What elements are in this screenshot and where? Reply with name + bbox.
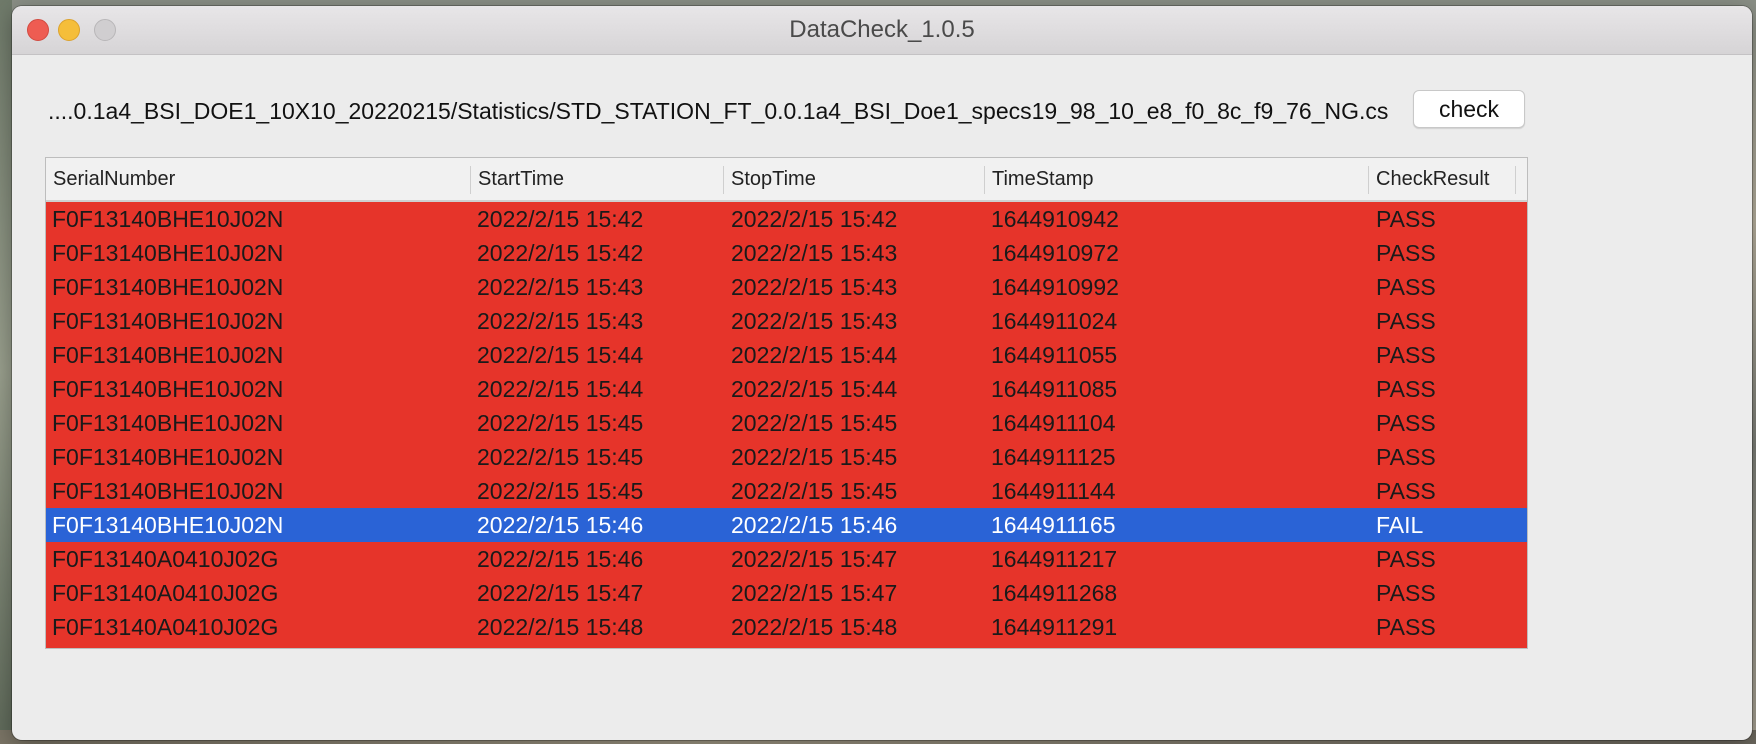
check-result-cell: PASS bbox=[1376, 240, 1436, 266]
stop-time-cell: 2022/2/15 15:43 bbox=[731, 274, 898, 300]
column-header-checkresult[interactable]: CheckResult bbox=[1369, 158, 1515, 200]
table-row[interactable]: F0F13140BHE10J02N 2022/2/15 15:42 2022/2/1… bbox=[46, 236, 1527, 270]
desktop-background-left bbox=[0, 0, 12, 744]
column-header-starttime[interactable]: StartTime bbox=[471, 158, 723, 200]
check-result-cell: PASS bbox=[1376, 342, 1436, 368]
column-header-timestamp[interactable]: TimeStamp bbox=[985, 158, 1368, 200]
timestamp-cell: 1644910942 bbox=[991, 206, 1119, 232]
stop-time-cell: 2022/2/15 15:47 bbox=[731, 546, 898, 572]
column-header-serialnumber[interactable]: SerialNumber bbox=[46, 158, 470, 200]
stop-time-cell: 2022/2/15 15:45 bbox=[731, 444, 898, 470]
timestamp-cell: 1644911268 bbox=[991, 580, 1118, 606]
start-time-cell: 2022/2/15 15:46 bbox=[477, 546, 644, 572]
stop-time-cell: 2022/2/15 15:44 bbox=[731, 376, 898, 402]
start-time-cell: 2022/2/15 15:48 bbox=[477, 614, 644, 640]
table-row[interactable]: F0F13140BHE10J02N 2022/2/15 15:44 2022/2/1… bbox=[46, 372, 1527, 406]
check-result-cell: PASS bbox=[1376, 478, 1436, 504]
stop-time-cell: 2022/2/15 15:42 bbox=[731, 206, 898, 232]
stop-time-cell: 2022/2/15 15:45 bbox=[731, 410, 898, 436]
start-time-cell: 2022/2/15 15:42 bbox=[477, 240, 644, 266]
stop-time-cell: 2022/2/15 15:45 bbox=[731, 478, 898, 504]
serial-number-cell: F0F13140BHE10J02N bbox=[52, 308, 284, 334]
check-result-cell: PASS bbox=[1376, 444, 1436, 470]
check-result-cell: PASS bbox=[1376, 206, 1436, 232]
serial-number-cell: F0F13140BHE10J02N bbox=[52, 274, 284, 300]
table-header: SerialNumber StartTime StopTime TimeStam… bbox=[46, 158, 1527, 202]
check-result-cell: PASS bbox=[1376, 614, 1436, 640]
table-row[interactable]: F0F13140BHE10J02N 2022/2/15 15:45 2022/2/1… bbox=[46, 440, 1527, 474]
table-row[interactable]: F0F13140BHE10J02N 2022/2/15 15:43 2022/2/1… bbox=[46, 270, 1527, 304]
app-window: DataCheck_1.0.5 ....0.1a4_BSI_DOE1_10X10… bbox=[12, 6, 1752, 740]
results-table[interactable]: SerialNumber StartTime StopTime TimeStam… bbox=[45, 157, 1528, 649]
stop-time-cell: 2022/2/15 15:43 bbox=[731, 240, 898, 266]
timestamp-cell: 1644911085 bbox=[991, 376, 1118, 402]
table-row-selected[interactable]: F0F13140BHE10J02N 2022/2/15 15:46 2022/2/1… bbox=[46, 508, 1527, 542]
check-result-cell: PASS bbox=[1376, 410, 1436, 436]
table-row[interactable]: F0F13140BHE10J02N 2022/2/15 15:43 2022/2/1… bbox=[46, 304, 1527, 338]
start-time-cell: 2022/2/15 15:45 bbox=[477, 444, 644, 470]
timestamp-cell: 1644911291 bbox=[991, 614, 1118, 640]
check-result-cell: FAIL bbox=[1376, 512, 1424, 538]
timestamp-cell: 1644911144 bbox=[991, 478, 1116, 504]
stop-time-cell: 2022/2/15 15:43 bbox=[731, 308, 898, 334]
serial-number-cell: F0F13140BHE10J02N bbox=[52, 512, 284, 538]
start-time-cell: 2022/2/15 15:46 bbox=[477, 512, 644, 538]
check-result-cell: PASS bbox=[1376, 376, 1436, 402]
start-time-cell: 2022/2/15 15:45 bbox=[477, 478, 644, 504]
timestamp-cell: 1644911055 bbox=[991, 342, 1118, 368]
serial-number-cell: F0F13140BHE10J02N bbox=[52, 410, 284, 436]
serial-number-cell: F0F13140BHE10J02N bbox=[52, 444, 284, 470]
timestamp-cell: 1644911104 bbox=[991, 410, 1116, 436]
start-time-cell: 2022/2/15 15:43 bbox=[477, 274, 644, 300]
start-time-cell: 2022/2/15 15:45 bbox=[477, 410, 644, 436]
column-divider[interactable] bbox=[1515, 166, 1516, 194]
table-row[interactable]: F0F13140BHE10J02N 2022/2/15 15:44 2022/2/1… bbox=[46, 338, 1527, 372]
serial-number-cell: F0F13140A0410J02G bbox=[52, 580, 279, 606]
start-time-cell: 2022/2/15 15:43 bbox=[477, 308, 644, 334]
serial-number-cell: F0F13140BHE10J02N bbox=[52, 478, 284, 504]
title-bar[interactable]: DataCheck_1.0.5 bbox=[12, 6, 1752, 55]
timestamp-cell: 1644910992 bbox=[991, 274, 1119, 300]
stop-time-cell: 2022/2/15 15:47 bbox=[731, 580, 898, 606]
window-title: DataCheck_1.0.5 bbox=[789, 16, 975, 43]
check-result-cell: PASS bbox=[1376, 308, 1436, 334]
serial-number-cell: F0F13140BHE10J02N bbox=[52, 240, 284, 266]
serial-number-cell: F0F13140A0410J02G bbox=[52, 546, 279, 572]
column-header-stoptime[interactable]: StopTime bbox=[724, 158, 984, 200]
table-row[interactable]: F0F13140BHE10J02N 2022/2/15 15:45 2022/2/1… bbox=[46, 406, 1527, 440]
table-row[interactable]: F0F13140BHE10J02N 2022/2/15 15:42 2022/2/1… bbox=[46, 202, 1527, 236]
stop-time-cell: 2022/2/15 15:48 bbox=[731, 614, 898, 640]
stop-time-cell: 2022/2/15 15:46 bbox=[731, 512, 898, 538]
stop-time-cell: 2022/2/15 15:44 bbox=[731, 342, 898, 368]
timestamp-cell: 1644911125 bbox=[991, 444, 1116, 470]
start-time-cell: 2022/2/15 15:44 bbox=[477, 342, 644, 368]
check-result-cell: PASS bbox=[1376, 580, 1436, 606]
start-time-cell: 2022/2/15 15:42 bbox=[477, 206, 644, 232]
table-row[interactable]: F0F13140A0410J02G 2022/2/15 15:47 2022/2/1… bbox=[46, 576, 1527, 610]
timestamp-cell: 1644910972 bbox=[991, 240, 1119, 266]
serial-number-cell: F0F13140A0410J02G bbox=[52, 614, 279, 640]
timestamp-cell: 1644911024 bbox=[991, 308, 1118, 334]
table-row[interactable]: F0F13140BHE10J02N 2022/2/15 15:45 2022/2/1… bbox=[46, 474, 1527, 508]
timestamp-cell: 1644911217 bbox=[991, 546, 1118, 572]
serial-number-cell: F0F13140BHE10J02N bbox=[52, 342, 284, 368]
table-body: F0F13140BHE10J02N 2022/2/15 15:42 2022/2/1… bbox=[46, 202, 1527, 648]
table-row[interactable]: F0F13140A0410J02G 2022/2/15 15:48 2022/2/1… bbox=[46, 610, 1527, 644]
start-time-cell: 2022/2/15 15:44 bbox=[477, 376, 644, 402]
serial-number-cell: F0F13140BHE10J02N bbox=[52, 206, 284, 232]
table-row[interactable]: F0F13140A0410J02G 2022/2/15 15:46 2022/2/1… bbox=[46, 542, 1527, 576]
timestamp-cell: 1644911165 bbox=[991, 512, 1116, 538]
check-result-cell: PASS bbox=[1376, 546, 1436, 572]
serial-number-cell: F0F13140BHE10J02N bbox=[52, 376, 284, 402]
check-button[interactable]: check bbox=[1413, 90, 1525, 128]
start-time-cell: 2022/2/15 15:47 bbox=[477, 580, 644, 606]
check-result-cell: PASS bbox=[1376, 274, 1436, 300]
file-path-label: ....0.1a4_BSI_DOE1_10X10_20220215/Statis… bbox=[48, 98, 1388, 124]
